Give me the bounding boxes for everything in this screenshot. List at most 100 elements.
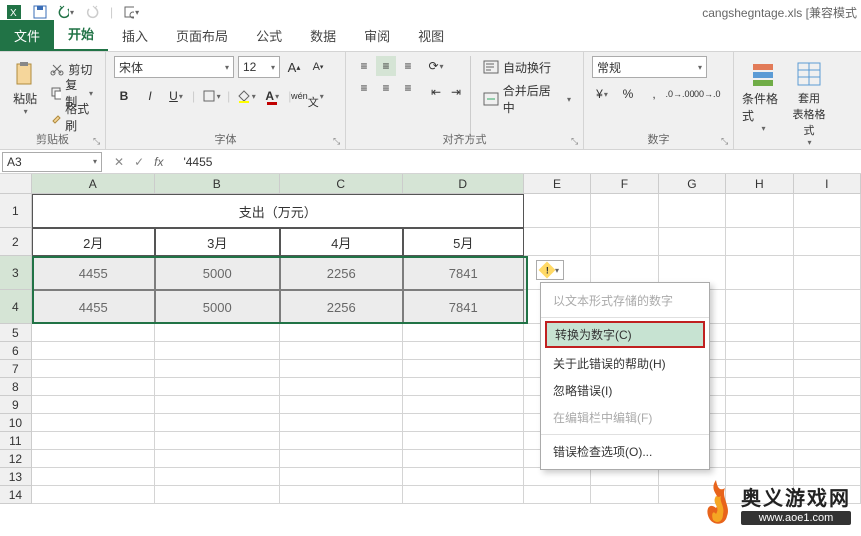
cell[interactable]	[280, 468, 403, 486]
cell[interactable]: 2256	[280, 256, 403, 290]
cell[interactable]	[32, 342, 155, 360]
cell[interactable]	[659, 194, 726, 228]
indent-dec-icon[interactable]: ⇤	[426, 82, 446, 102]
cell[interactable]	[32, 414, 155, 432]
wrap-text-button[interactable]: 自动换行	[479, 56, 575, 78]
cell[interactable]	[280, 486, 403, 504]
row-header[interactable]: 7	[0, 360, 32, 378]
cell[interactable]	[794, 432, 861, 450]
cell[interactable]	[403, 450, 524, 468]
fill-color-button[interactable]: ▾	[236, 86, 256, 106]
orientation-icon[interactable]: ⟳▾	[426, 56, 446, 76]
cell[interactable]	[794, 360, 861, 378]
font-size-select[interactable]: 12▾	[238, 56, 280, 78]
col-header[interactable]: G	[659, 174, 726, 194]
cell[interactable]	[155, 360, 280, 378]
dialog-launcher-icon[interactable]: ⤡	[93, 136, 103, 146]
cell[interactable]	[32, 378, 155, 396]
cell[interactable]	[726, 290, 793, 324]
row-header[interactable]: 10	[0, 414, 32, 432]
preview-icon[interactable]: ▾	[123, 4, 139, 20]
cell[interactable]	[726, 256, 793, 290]
cell[interactable]: 3月	[155, 228, 280, 256]
col-header[interactable]: D	[403, 174, 524, 194]
confirm-icon[interactable]: ✓	[134, 155, 144, 169]
cell[interactable]	[155, 486, 280, 504]
comma-icon[interactable]: ,	[644, 84, 664, 104]
cell[interactable]	[280, 432, 403, 450]
align-middle-icon[interactable]: ≡	[376, 56, 396, 76]
row-header[interactable]: 4	[0, 290, 32, 324]
cell[interactable]	[794, 324, 861, 342]
number-format-select[interactable]: 常规▾	[592, 56, 707, 78]
decrease-decimal-icon[interactable]: .00→.0	[696, 84, 716, 104]
cell[interactable]: 2月	[32, 228, 155, 256]
conditional-format-button[interactable]: 条件格式▾	[742, 56, 784, 147]
cell[interactable]	[155, 450, 280, 468]
cell[interactable]	[726, 450, 793, 468]
cell[interactable]	[794, 256, 861, 290]
tab-view[interactable]: 视图	[404, 20, 458, 51]
cell[interactable]	[280, 450, 403, 468]
underline-button[interactable]: U▾	[166, 86, 186, 106]
tab-home[interactable]: 开始	[54, 18, 108, 51]
dialog-launcher-icon[interactable]: ⤡	[721, 136, 731, 146]
cell[interactable]	[659, 228, 726, 256]
cell[interactable]	[280, 360, 403, 378]
currency-icon[interactable]: ¥▾	[592, 84, 612, 104]
percent-icon[interactable]: %	[618, 84, 638, 104]
col-header[interactable]: F	[591, 174, 658, 194]
tab-layout[interactable]: 页面布局	[162, 20, 242, 51]
cell[interactable]	[32, 324, 155, 342]
row-header[interactable]: 8	[0, 378, 32, 396]
cell[interactable]	[726, 360, 793, 378]
cell[interactable]	[155, 414, 280, 432]
fx-icon[interactable]: fx	[154, 155, 163, 169]
phonetic-button[interactable]: wén文▾	[297, 86, 317, 106]
cell[interactable]	[591, 228, 658, 256]
cell[interactable]	[726, 324, 793, 342]
align-right-icon[interactable]: ≡	[398, 78, 418, 98]
cell[interactable]	[726, 396, 793, 414]
cell[interactable]: 5月	[403, 228, 524, 256]
col-header[interactable]: C	[280, 174, 403, 194]
cell[interactable]	[403, 432, 524, 450]
select-all-corner[interactable]	[0, 174, 32, 194]
font-color-button[interactable]: A▾	[262, 86, 282, 106]
cell[interactable]	[403, 342, 524, 360]
cell[interactable]	[280, 378, 403, 396]
border-button[interactable]: ▾	[201, 86, 221, 106]
cell[interactable]	[155, 342, 280, 360]
cell[interactable]	[155, 378, 280, 396]
cell[interactable]	[155, 432, 280, 450]
error-smart-tag[interactable]: !▾	[536, 260, 564, 280]
cell[interactable]	[280, 414, 403, 432]
cell[interactable]	[726, 194, 793, 228]
cell[interactable]	[726, 228, 793, 256]
painter-button[interactable]: 格式刷	[46, 106, 97, 128]
align-top-icon[interactable]: ≡	[354, 56, 374, 76]
row-header[interactable]: 13	[0, 468, 32, 486]
align-left-icon[interactable]: ≡	[354, 78, 374, 98]
menu-convert-number[interactable]: 转换为数字(C)	[545, 321, 705, 348]
row-header[interactable]: 6	[0, 342, 32, 360]
row-header[interactable]: 14	[0, 486, 32, 504]
cell[interactable]	[591, 468, 658, 486]
cell[interactable]	[726, 342, 793, 360]
dialog-launcher-icon[interactable]: ⤡	[571, 136, 581, 146]
cell[interactable]	[794, 378, 861, 396]
cell[interactable]	[794, 194, 861, 228]
col-header[interactable]: I	[794, 174, 861, 194]
col-header[interactable]: H	[726, 174, 793, 194]
cell[interactable]: 4455	[32, 256, 155, 290]
cell[interactable]	[155, 396, 280, 414]
cell[interactable]	[403, 360, 524, 378]
name-box[interactable]: A3▾	[2, 152, 102, 172]
indent-inc-icon[interactable]: ⇥	[446, 82, 466, 102]
cell[interactable]: 7841	[403, 290, 524, 324]
cell[interactable]	[32, 486, 155, 504]
row-header[interactable]: 11	[0, 432, 32, 450]
cell[interactable]	[726, 378, 793, 396]
cell[interactable]	[32, 450, 155, 468]
merge-button[interactable]: 合并后居中▾	[479, 88, 575, 110]
